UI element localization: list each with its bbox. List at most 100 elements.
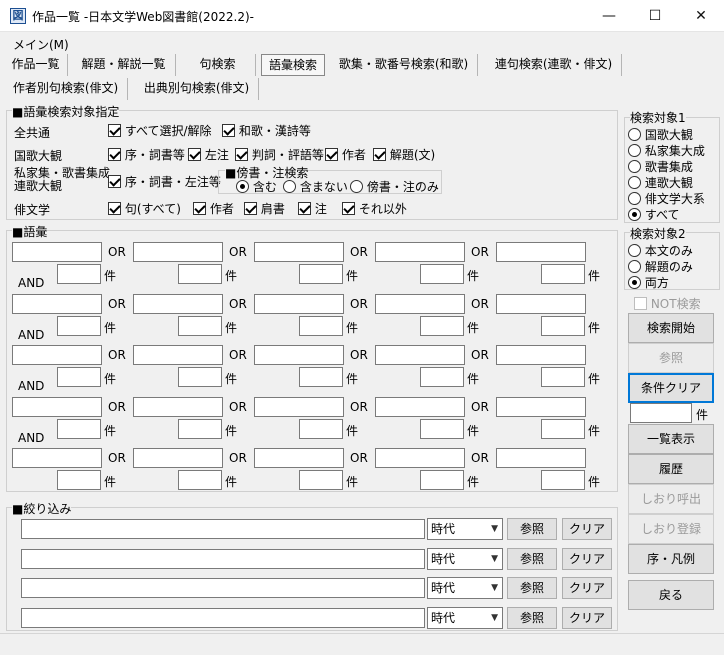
filter-reference-button[interactable]: 参照 [507,606,557,629]
vocab-count-field[interactable] [541,470,585,490]
radio-circle[interactable] [283,180,296,193]
vocab-count-field[interactable] [178,367,222,387]
radio-circle[interactable] [628,192,641,205]
tab-commentary-list[interactable]: 解題・解説一覧 [72,54,176,76]
checkbox-box[interactable] [222,124,235,137]
checkbox-not-search[interactable]: NOT検索 [634,295,701,312]
checkbox-box[interactable] [373,148,386,161]
back-button[interactable]: 戻る [628,580,714,610]
radio-target1-kasho[interactable]: 歌書集成 [628,158,693,175]
vocab-term-input[interactable] [254,345,344,365]
checkbox-haibun-other[interactable]: それ以外 [342,200,407,217]
filter-clear-button[interactable]: クリア [562,518,612,540]
vocab-count-field[interactable] [541,367,585,387]
radio-target2-text[interactable]: 本文のみ [628,242,693,259]
radio-bosho-exclude[interactable]: 含まない [283,178,348,195]
radio-circle[interactable] [628,144,641,157]
vocab-term-input[interactable] [12,345,102,365]
vocab-term-input[interactable] [496,396,586,417]
vocab-term-input[interactable] [375,396,465,417]
vocab-count-field[interactable] [420,315,464,336]
radio-circle[interactable] [628,260,641,273]
vocab-count-field[interactable] [299,367,343,387]
era-select[interactable]: 時代 ▼ [427,606,503,629]
checkbox-haibun-author[interactable]: 作者 [193,200,234,217]
close-button[interactable]: ✕ [678,0,724,32]
tab-vocab-search[interactable]: 語彙検索 [261,54,325,76]
filter-reference-button[interactable]: 参照 [507,577,557,599]
checkbox-shika-preface[interactable]: 序・詞書・左注等 [108,173,221,190]
vocab-count-field[interactable] [420,418,464,439]
vocab-count-field[interactable] [299,470,343,490]
vocab-term-input[interactable] [133,396,223,417]
radio-circle[interactable] [628,276,641,289]
filter-clear-button[interactable]: クリア [562,606,612,629]
vocab-term-input[interactable] [12,448,102,468]
radio-circle[interactable] [628,176,641,189]
bookmark-save-button[interactable]: しおり登録 [628,514,714,544]
checkbox-haibun-title[interactable]: 肩書 [244,200,285,217]
vocab-term-input[interactable] [254,242,344,262]
vocab-term-input[interactable] [375,293,465,314]
checkbox-box[interactable] [342,202,355,215]
radio-target2-commentary[interactable]: 解題のみ [628,258,693,275]
radio-circle[interactable] [350,180,363,193]
checkbox-kokka-preface[interactable]: 序・詞書等 [108,146,185,163]
result-count-field[interactable] [630,403,692,423]
vocab-term-input[interactable] [254,293,344,314]
filter-text-input[interactable] [21,607,425,628]
vocab-count-field[interactable] [57,264,101,284]
filter-clear-button[interactable]: クリア [562,577,612,599]
checkbox-kokka-commentary[interactable]: 解題(文) [373,146,435,163]
history-button[interactable]: 履歴 [628,454,714,484]
vocab-term-input[interactable] [133,293,223,314]
radio-target1-all[interactable]: すべて [628,206,680,223]
vocab-term-input[interactable] [12,242,102,262]
tab-author-phrase-search[interactable]: 作者別句検索(俳文) [4,78,128,100]
vocab-count-field[interactable] [178,470,222,490]
vocab-count-field[interactable] [420,470,464,490]
vocab-count-field[interactable] [178,315,222,336]
checkbox-box[interactable] [244,202,257,215]
tab-poem-number-search[interactable]: 歌集・歌番号検索(和歌) [330,54,478,76]
checkbox-haibun-note[interactable]: 注 [298,200,327,217]
vocab-term-input[interactable] [133,345,223,365]
reference-button[interactable]: 参照 [628,343,714,373]
vocab-count-field[interactable] [299,315,343,336]
vocab-count-field[interactable] [57,470,101,490]
radio-circle[interactable] [628,160,641,173]
list-view-button[interactable]: 一覧表示 [628,424,714,454]
filter-text-input[interactable] [21,548,425,569]
radio-circle[interactable] [628,128,641,141]
vocab-count-field[interactable] [57,418,101,439]
tab-phrase-search[interactable]: 句検索 [180,54,256,76]
checkbox-box[interactable] [634,297,647,310]
era-select[interactable]: 時代 ▼ [427,547,503,570]
checkbox-box[interactable] [188,148,201,161]
vocab-term-input[interactable] [133,242,223,262]
vocab-count-field[interactable] [178,264,222,284]
vocab-term-input[interactable] [12,293,102,314]
checkbox-haibun-phrase[interactable]: 句(すべて) [108,200,181,217]
checkbox-box[interactable] [108,175,121,188]
vocab-count-field[interactable] [178,418,222,439]
era-select[interactable]: 時代 ▼ [427,518,503,540]
filter-reference-button[interactable]: 参照 [507,547,557,570]
filter-clear-button[interactable]: クリア [562,547,612,570]
vocab-count-field[interactable] [299,264,343,284]
vocab-count-field[interactable] [57,315,101,336]
checkbox-box[interactable] [108,124,121,137]
radio-target1-kokka[interactable]: 国歌大観 [628,126,693,143]
radio-target1-shika[interactable]: 私家集大成 [628,142,705,159]
checkbox-waka-kanshi[interactable]: 和歌・漢詩等 [222,122,311,139]
vocab-term-input[interactable] [254,448,344,468]
vocab-term-input[interactable] [133,448,223,468]
radio-circle[interactable] [628,208,641,221]
vocab-term-input[interactable] [375,242,465,262]
bookmark-load-button[interactable]: しおり呼出 [628,484,714,514]
vocab-term-input[interactable] [496,242,586,262]
filter-text-input[interactable] [21,519,425,539]
checkbox-box[interactable] [108,148,121,161]
vocab-term-input[interactable] [375,345,465,365]
era-select[interactable]: 時代 ▼ [427,577,503,599]
